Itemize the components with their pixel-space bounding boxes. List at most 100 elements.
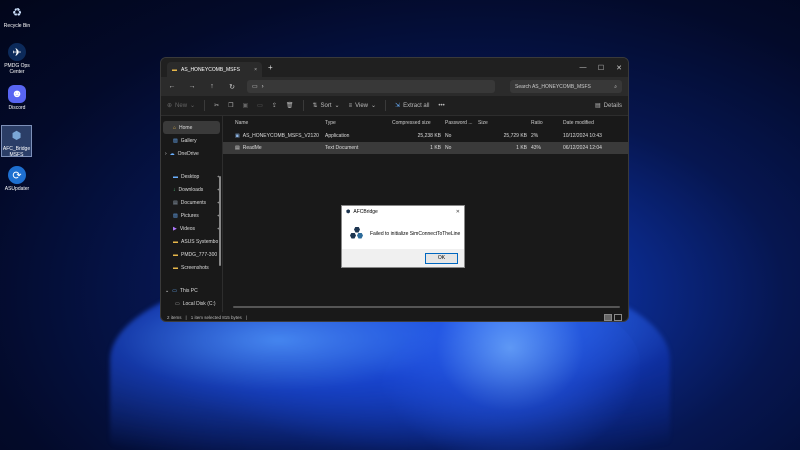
computer-icon: ▭: [172, 287, 177, 294]
nav-item-local-disk[interactable]: ▭ Local Disk (C:): [161, 297, 222, 310]
tab-close-icon[interactable]: ×: [254, 67, 257, 73]
nav-item-desktop[interactable]: ▬Desktop✦: [161, 170, 222, 183]
dialog-title: AFCBridge: [353, 209, 378, 215]
asupdater-icon: ⟳: [8, 166, 26, 184]
file-password: No: [445, 145, 452, 151]
horizontal-scrollbar[interactable]: [233, 306, 620, 308]
drive-icon: ▭: [175, 300, 180, 307]
tiles-view-icon[interactable]: [614, 313, 622, 321]
column-header-date[interactable]: Date modified: [563, 120, 623, 126]
nav-item-documents[interactable]: ▤Documents✦: [161, 196, 222, 209]
chevron-down-icon: ⌄: [371, 103, 377, 109]
nav-label: Downloads: [178, 186, 204, 193]
refresh-icon[interactable]: ↻: [227, 83, 237, 91]
nav-item-gallery[interactable]: ▨ Gallery: [161, 134, 222, 147]
share-icon[interactable]: ⇪: [272, 102, 277, 109]
maximize-button[interactable]: ☐: [592, 64, 610, 72]
desktop-icon-label: PMDG Ops Center: [4, 63, 30, 75]
download-icon: ↓: [173, 186, 176, 193]
back-arrow-icon[interactable]: ←: [167, 83, 177, 90]
nav-item-onedrive[interactable]: › ☁ OneDrive: [161, 147, 222, 160]
discord-icon: ☻: [8, 85, 26, 103]
chevron-down-icon: ⌄: [190, 103, 196, 109]
column-header-size[interactable]: Size: [478, 120, 531, 126]
column-header-compressed[interactable]: Compressed size: [392, 120, 445, 126]
column-header-type[interactable]: Type: [325, 120, 392, 126]
tab-archive[interactable]: ▬ AS_HONEYCOMB_MSFS ×: [167, 62, 262, 77]
ok-button[interactable]: OK: [425, 252, 458, 264]
file-explorer-window: ▬ AS_HONEYCOMB_MSFS × + — ☐ ✕ ← → ↑ ↻ ▭ …: [160, 57, 629, 322]
desktop-icon-afc-bridge[interactable]: ⬢ AFC_Bridge MSFS: [1, 125, 32, 158]
desktop-icon-asupdater[interactable]: ⟳ ASUpdater: [2, 166, 32, 192]
rename-icon[interactable]: ▭: [257, 102, 263, 109]
nav-item-screenshots[interactable]: ▬ Screenshots: [161, 261, 222, 274]
nav-item-downloads[interactable]: ↓Downloads✦: [161, 183, 222, 196]
nav-item-pmdg[interactable]: ▬ PMDG_777-300: [161, 248, 222, 261]
close-button[interactable]: ✕: [610, 64, 628, 72]
dialog-close-button[interactable]: ✕: [456, 209, 460, 215]
nav-item-home[interactable]: ⌂ Home: [163, 121, 220, 134]
file-size: 25,729 KB: [503, 133, 527, 139]
minimize-button[interactable]: —: [574, 64, 592, 72]
more-options-button[interactable]: •••: [438, 103, 444, 109]
column-header-password[interactable]: Password ...: [445, 120, 478, 126]
sort-button[interactable]: ⇅ Sort ⌄: [313, 102, 340, 110]
extract-icon: ⇲: [395, 103, 401, 109]
details-button[interactable]: ▤ Details: [595, 102, 622, 110]
status-divider: |: [245, 314, 247, 320]
sort-label: Sort: [320, 102, 332, 109]
video-icon: ▶: [173, 225, 177, 232]
up-arrow-icon[interactable]: ↑: [207, 83, 217, 90]
afc-bridge-logo-icon: [350, 226, 364, 241]
nav-label: Documents: [180, 199, 207, 206]
gallery-icon: ▨: [173, 137, 178, 144]
nav-item-this-pc[interactable]: ⌄ ▭ This PC: [161, 284, 222, 297]
file-row[interactable]: ▤ ReadMe Text Document 1 KB No 1 KB 43% 0…: [223, 142, 628, 154]
column-header-name[interactable]: Name: [235, 120, 325, 126]
nav-item-asus[interactable]: ▬ ASUS Systembo: [161, 235, 222, 248]
forward-arrow-icon[interactable]: →: [187, 83, 197, 90]
address-bar-row: ← → ↑ ↻ ▭ › Search AS_HONEYCOMB_MSFS ⌕: [161, 77, 628, 96]
nav-label: This PC: [179, 287, 198, 294]
home-icon: ⌂: [173, 124, 177, 131]
nav-label: ASUS Systembo: [181, 238, 219, 245]
nav-item-pictures[interactable]: ▨Pictures✦: [161, 209, 222, 222]
nav-label: Pictures: [180, 212, 199, 219]
desktop-icon: ▬: [173, 173, 178, 180]
desktop-icon-discord[interactable]: ☻ Discord: [2, 85, 32, 111]
column-header-row: Name Type Compressed size Password ... S…: [223, 116, 628, 130]
nav-item-videos[interactable]: ▶Videos✦: [161, 222, 222, 235]
details-view-icon[interactable]: [604, 313, 612, 321]
file-compressed-size: 1 KB: [430, 145, 441, 151]
column-header-ratio[interactable]: Ratio: [531, 120, 563, 126]
nav-scrollbar[interactable]: [219, 176, 221, 266]
address-field[interactable]: ▭ ›: [247, 80, 495, 93]
application-icon: ▣: [235, 133, 240, 139]
pictures-icon: ▨: [173, 212, 178, 219]
paste-icon[interactable]: ▣: [243, 102, 249, 109]
dialog-title-bar: ⬢ AFCBridge ✕: [342, 206, 464, 218]
text-document-icon: ▤: [235, 145, 240, 151]
file-ratio: 2%: [531, 133, 539, 139]
view-label: View: [355, 102, 368, 109]
file-name: AS_HONEYCOMB_MSFS_V2120: [242, 133, 319, 139]
folder-icon: ▬: [173, 238, 178, 245]
desktop-icon-recycle-bin[interactable]: ♻ Recycle Bin: [2, 3, 32, 30]
divider: [385, 100, 387, 111]
new-button[interactable]: ⊕ New ⌄: [167, 102, 196, 110]
desktop-icon-pmdg[interactable]: ✈ PMDG Ops Center: [2, 43, 32, 75]
new-tab-button[interactable]: +: [268, 63, 273, 72]
extract-all-button[interactable]: ⇲ Extract all: [395, 102, 429, 110]
view-button[interactable]: ≡ View ⌄: [349, 102, 377, 110]
file-row[interactable]: ▣ AS_HONEYCOMB_MSFS_V2120 Application 25,…: [223, 130, 628, 142]
desktop-icon-label: Discord: [8, 105, 26, 111]
copy-icon[interactable]: ❐: [228, 102, 233, 109]
file-date: 10/12/2024 10:43: [563, 133, 602, 139]
status-bar: 2 items | 1 item selected 815 bytes |: [161, 312, 628, 321]
cut-icon[interactable]: ✂: [214, 102, 219, 109]
search-placeholder: Search AS_HONEYCOMB_MSFS: [515, 83, 591, 90]
delete-icon[interactable]: 🗑: [286, 102, 294, 109]
search-input[interactable]: Search AS_HONEYCOMB_MSFS ⌕: [510, 80, 622, 93]
error-dialog: ⬢ AFCBridge ✕ Failed to initialize SimCo…: [341, 205, 465, 268]
